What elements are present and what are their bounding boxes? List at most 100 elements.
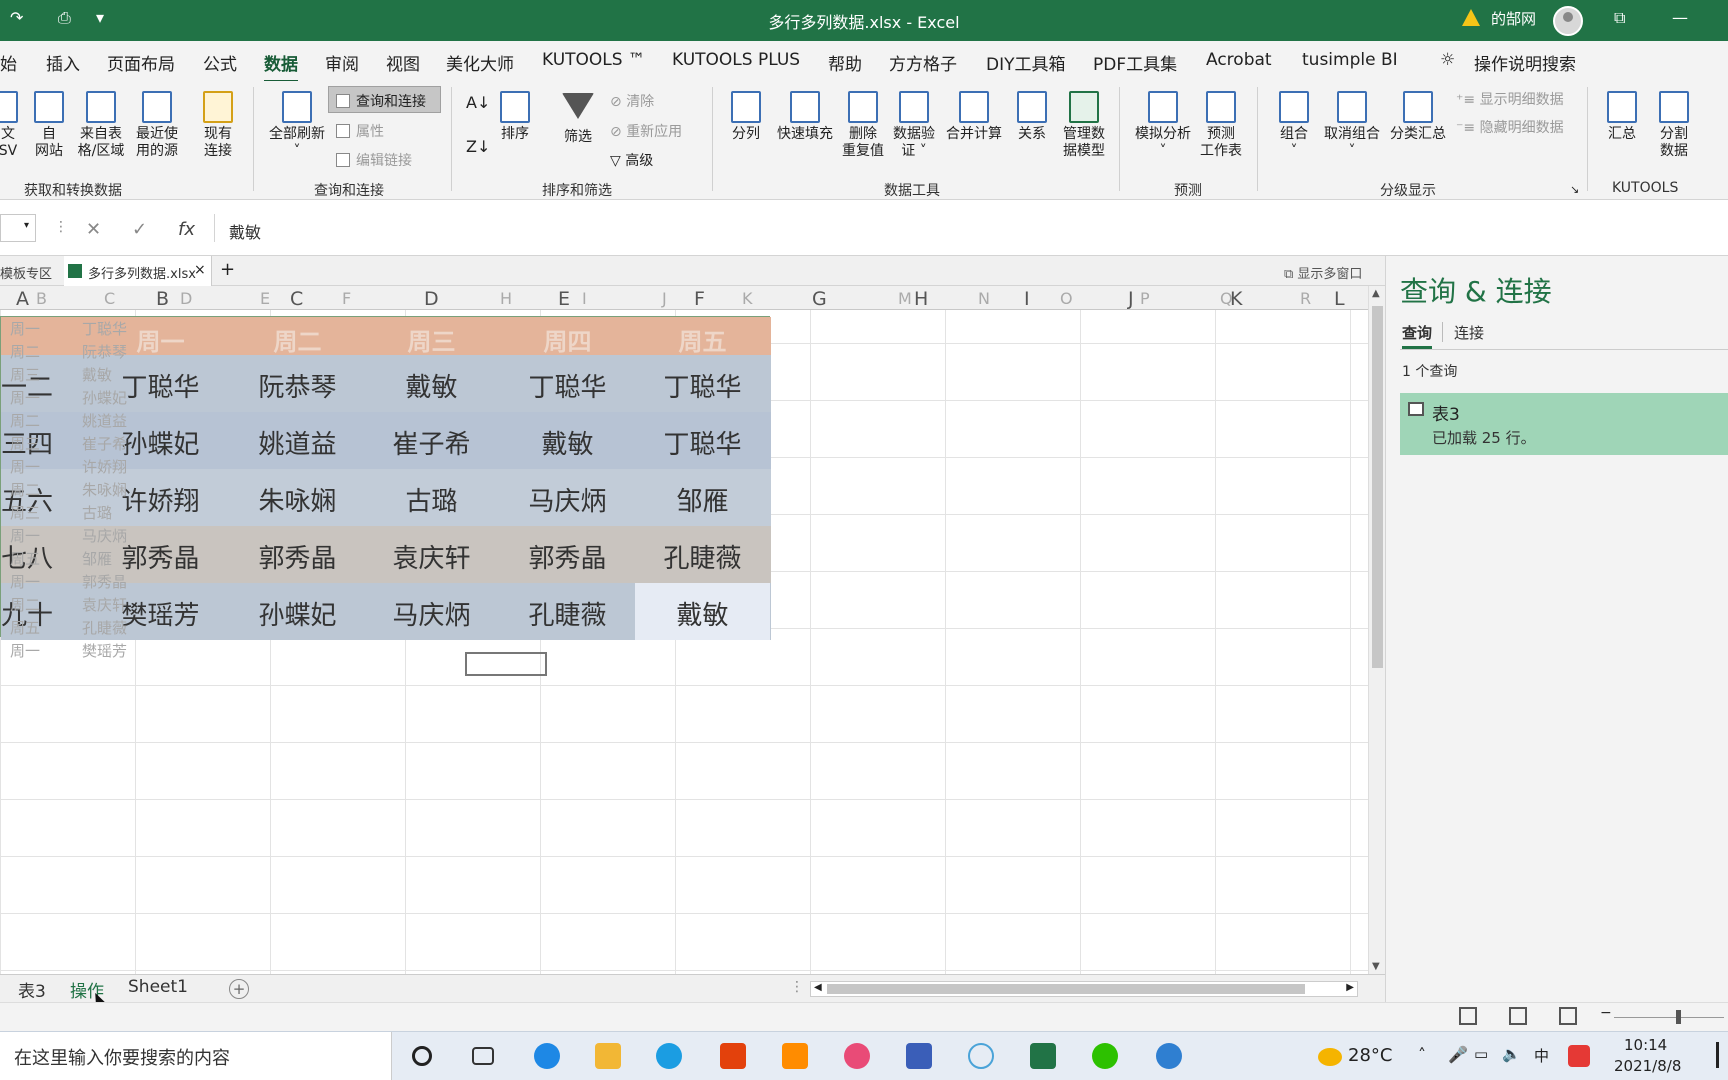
table-cell[interactable]: 郭秀晶 [500,538,635,575]
cortana-icon[interactable] [412,1046,432,1066]
file-explorer-icon[interactable] [595,1043,621,1069]
excel-icon[interactable] [1030,1043,1056,1069]
sogou-icon[interactable] [534,1043,560,1069]
tab-workbook[interactable]: 多行多列数据.xlsx [64,256,212,286]
zoom-handle[interactable] [1676,1010,1681,1024]
name-box[interactable]: ▾ [0,214,36,242]
table-cell[interactable]: 马庆炳 [500,481,635,518]
table-cell[interactable]: 阮恭琴 [230,367,365,404]
wechat-icon[interactable] [1092,1043,1118,1069]
tab-kutools-plus[interactable]: KUTOOLS PLUS [672,50,800,70]
tab-connections[interactable]: 连接 [1454,322,1484,343]
tell-me-search[interactable]: 操作说明搜索 [1474,50,1576,75]
sort-ascending-icon[interactable]: A↓ [466,93,490,112]
show-multi-window-button[interactable]: ⧉ 显示多窗口 [1284,263,1362,282]
column-header[interactable]: D [424,288,439,310]
column-header[interactable]: F [694,288,705,310]
table-header-cell[interactable]: 周五 [635,322,770,357]
tab-insert[interactable]: 插入 [46,50,80,75]
column-header[interactable]: I [1024,288,1030,310]
ime-indicator[interactable]: 中 [1534,1045,1549,1066]
sync-icon[interactable] [968,1043,994,1069]
table-cell[interactable]: 马庆炳 [364,595,499,632]
clear-button[interactable]: ⊘ 清除 [610,91,654,111]
column-header[interactable]: L [1334,288,1345,310]
column-header[interactable]: A [16,288,29,310]
remove-duplicates-button[interactable]: 删除 重复值 [840,91,886,160]
column-header[interactable]: H [914,288,928,310]
page-break-view-icon[interactable] [1559,1007,1577,1025]
from-table-button[interactable]: 来自表 格/区域 [72,91,130,160]
column-header[interactable]: E [558,288,570,310]
table-header-cell[interactable]: 周三 [364,322,499,357]
properties-button[interactable]: 属性 [336,121,384,141]
tab-tusimple-bi[interactable]: tusimple BI [1302,50,1398,70]
save-icon[interactable] [906,1043,932,1069]
clock-time[interactable]: 10:14 [1624,1036,1667,1054]
task-view-icon[interactable] [472,1047,494,1065]
table-cell[interactable]: 戴敏 [364,367,499,404]
cancel-icon[interactable]: ✕ [86,219,101,240]
relationships-button[interactable]: 关系 [1012,91,1052,143]
clock-date[interactable]: 2021/8/8 [1614,1057,1681,1075]
scroll-thumb[interactable] [827,984,1305,994]
what-if-analysis-button[interactable]: 模拟分析 ˅ [1130,91,1196,160]
app-icon[interactable] [782,1043,808,1069]
edge-icon[interactable] [656,1043,682,1069]
table-cell[interactable]: 孔睫薇 [635,538,770,575]
reapply-button[interactable]: ⊘ 重新应用 [610,121,682,141]
forecast-sheet-button[interactable]: 预测 工作表 [1198,91,1244,160]
formula-input[interactable]: 戴敏 [214,214,1728,242]
close-icon[interactable]: × [194,262,206,278]
from-web-button[interactable]: 自 网站 [30,91,68,160]
filter-button[interactable]: 筛选 [558,93,598,146]
column-header[interactable]: J [1128,288,1134,310]
volume-icon[interactable]: 🔈 [1502,1045,1521,1063]
tab-formulas[interactable]: 公式 [203,50,237,75]
scroll-right-icon[interactable]: ▶ [1346,982,1354,993]
warning-icon[interactable] [1462,9,1480,26]
scroll-up-icon[interactable]: ▲ [1372,288,1380,299]
scroll-thumb[interactable] [1372,306,1383,668]
battery-icon[interactable]: ▭ [1474,1045,1488,1063]
sheet-tab-table3[interactable]: 表3 [18,977,46,1002]
consolidate-button[interactable]: 合并计算 [942,91,1006,143]
scroll-left-icon[interactable]: ◀ [814,982,822,993]
table-cell[interactable]: 丁聪华 [635,367,770,404]
tab-fangfang[interactable]: 方方格子 [889,50,957,75]
table-cell[interactable]: 袁庆轩 [364,538,499,575]
tab-pdf-tools[interactable]: PDF工具集 [1093,50,1177,75]
horizontal-scrollbar[interactable]: ◀ ▶ [810,981,1358,997]
table-cell[interactable]: 姚道益 [230,424,365,461]
office-icon[interactable] [720,1043,746,1069]
table-header-cell[interactable]: 周四 [500,322,635,357]
edit-links-button[interactable]: 编辑链接 [336,150,412,170]
table-cell[interactable]: 朱咏娴 [230,481,365,518]
network-app-icon[interactable] [1156,1043,1182,1069]
split-data-button[interactable]: 分割 数据 [1652,91,1696,160]
sheet-tab-sheet1[interactable]: Sheet1 [128,977,188,997]
hide-detail-button[interactable]: ⁻≡ 隐藏明细数据 [1456,117,1564,137]
tab-help[interactable]: 帮助 [828,50,862,75]
ungroup-button[interactable]: 取消组合 ˅ [1320,91,1384,160]
tab-beautify[interactable]: 美化大师 [446,50,514,75]
column-header[interactable]: B [156,288,169,310]
zoom-out-icon[interactable]: − [1600,1005,1612,1021]
dialog-launcher-icon[interactable]: ↘ [1570,183,1579,196]
avatar[interactable] [1553,6,1583,36]
input-method-icon[interactable] [1568,1045,1590,1067]
query-item[interactable]: 表3 已加载 25 行。 [1400,393,1728,455]
page-layout-view-icon[interactable] [1509,1007,1527,1025]
table-cell[interactable]: 戴敏 [500,424,635,461]
tab-home[interactable]: 始 [0,50,17,75]
spreadsheet-grid[interactable]: A B C D E F G H I J K L B C D E F H I J … [0,286,1368,974]
selected-cell[interactable] [465,652,547,676]
insert-function-icon[interactable]: fx [178,219,195,240]
summary-button[interactable]: 汇总 [1602,91,1642,143]
add-sheet-icon[interactable]: + [229,979,249,999]
microphone-icon[interactable]: 🎤 [1448,1045,1468,1064]
column-header[interactable]: G [812,288,827,310]
weather-temp[interactable]: 28°C [1348,1045,1392,1066]
minimize-icon[interactable]: — [1672,8,1688,27]
vertical-scrollbar[interactable]: ▲ ▼ [1368,286,1385,974]
